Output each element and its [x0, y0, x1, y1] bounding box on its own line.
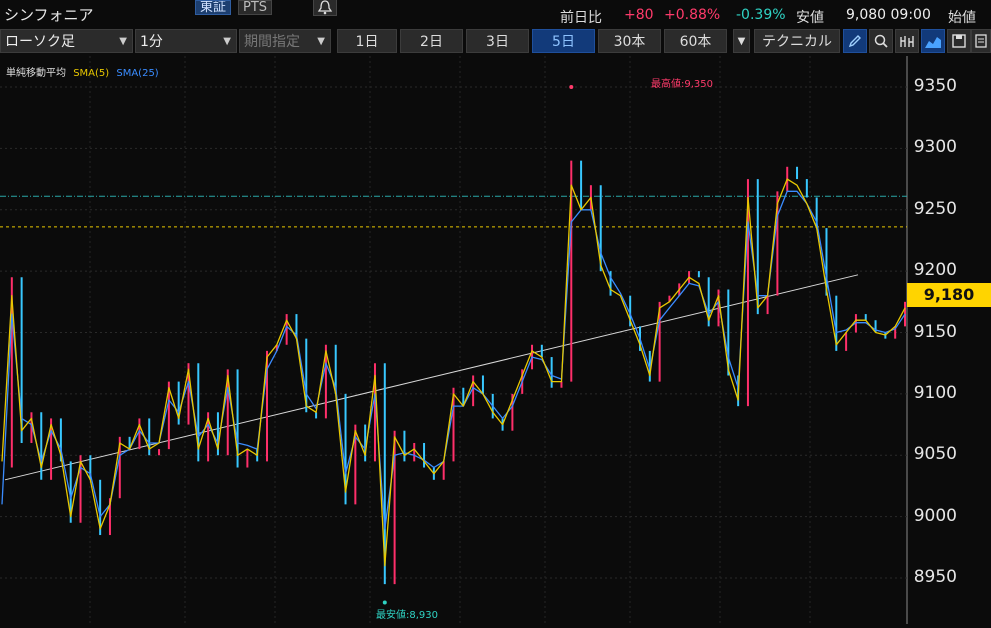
- legend-sma25: SMA(25): [116, 68, 159, 79]
- dropdown-arrow-icon: ▼: [223, 36, 231, 47]
- interval-value: 1分: [140, 34, 163, 50]
- tab-tse[interactable]: 東証: [195, 0, 232, 15]
- top-bar: シンフォニア 東証 PTS 前日比 +80 +0.88% -0.39% 安値 9…: [0, 0, 991, 28]
- series-group: [1, 85, 906, 605]
- y-tick-label: 9250: [913, 198, 957, 219]
- zoom-button[interactable]: [869, 29, 893, 53]
- high-marker: [569, 85, 574, 89]
- period-select[interactable]: 期間指定 ▼: [239, 29, 331, 53]
- prev-close-label: 前日比: [560, 10, 602, 26]
- save-button[interactable]: [947, 29, 971, 53]
- low-annotation: 最安値:8,930: [376, 610, 438, 621]
- settings-button[interactable]: [971, 29, 991, 53]
- indicator-legend: 単純移動平均 SMA(5) SMA(25): [6, 64, 159, 79]
- change-value: +80: [624, 7, 654, 23]
- chart-type-value: ローソク足: [5, 34, 75, 50]
- high-annotation: 最高値:9,350: [651, 79, 713, 90]
- range-1d[interactable]: 1日: [337, 29, 397, 53]
- y-tick-label: 8950: [913, 567, 957, 587]
- y-tick-label: 9350: [913, 76, 957, 96]
- technical-button[interactable]: テクニカル: [754, 29, 840, 53]
- interval-select[interactable]: 1分 ▼: [135, 29, 237, 53]
- range-30bars[interactable]: 30本: [598, 29, 661, 53]
- price-chart[interactable]: [0, 56, 991, 624]
- y-tick-label: 9200: [913, 260, 957, 281]
- pencil-icon: [848, 35, 861, 48]
- price-time: 9,080 09:00: [846, 7, 931, 23]
- tab-pts[interactable]: PTS: [238, 0, 273, 15]
- draw-line-button[interactable]: [843, 29, 867, 53]
- grid-lines: [0, 56, 907, 624]
- y-tick-label: 9050: [913, 444, 957, 465]
- save-icon: [952, 34, 966, 48]
- more-ranges-dropdown[interactable]: ▼: [733, 29, 750, 53]
- chart-toolbar: ローソク足 ▼ 1分 ▼ 期間指定 ▼ 1日 2日 3日 5日 30本 60本 …: [0, 29, 991, 55]
- dropdown-arrow-icon: ▼: [317, 36, 325, 47]
- stock-name: シンフォニア: [4, 6, 94, 24]
- trendline: [4, 274, 859, 481]
- sma25-line: [1, 190, 906, 530]
- reference-lines: [0, 195, 907, 228]
- low-marker: [382, 600, 387, 605]
- y-tick-label: 9150: [913, 321, 957, 342]
- change-pct: +0.88%: [664, 7, 721, 23]
- y-tick-label: 9000: [913, 505, 957, 526]
- volume-icon: [900, 36, 914, 47]
- zoom-icon: [874, 34, 888, 48]
- chart-canvas: [0, 56, 908, 624]
- low-pct: -0.39%: [736, 7, 786, 23]
- y-tick-label: 9300: [913, 137, 957, 158]
- current-price-badge: 9,180: [907, 283, 991, 307]
- range-3d[interactable]: 3日: [466, 29, 529, 53]
- range-60bars[interactable]: 60本: [664, 29, 727, 53]
- bell-icon: [317, 0, 333, 15]
- document-icon: [975, 34, 987, 48]
- trendline-segment: [4, 274, 859, 481]
- dropdown-arrow-icon: ▼: [119, 36, 127, 47]
- legend-sma5: SMA(5): [73, 68, 110, 79]
- chevron-down-icon: ▼: [737, 36, 746, 47]
- range-2d[interactable]: 2日: [400, 29, 463, 53]
- period-value: 期間指定: [244, 34, 300, 50]
- chart-type-select[interactable]: ローソク足 ▼: [0, 29, 133, 53]
- low-label: 安値: [796, 10, 824, 26]
- alert-bell-button[interactable]: [313, 0, 337, 16]
- area-chart-button[interactable]: [921, 29, 945, 53]
- volume-toggle-button[interactable]: [895, 29, 919, 53]
- open-label: 始値: [948, 10, 976, 26]
- y-tick-label: 9100: [913, 382, 957, 403]
- range-5d[interactable]: 5日: [532, 29, 595, 53]
- area-chart-icon: [925, 37, 941, 48]
- legend-label: 単純移動平均: [6, 68, 66, 79]
